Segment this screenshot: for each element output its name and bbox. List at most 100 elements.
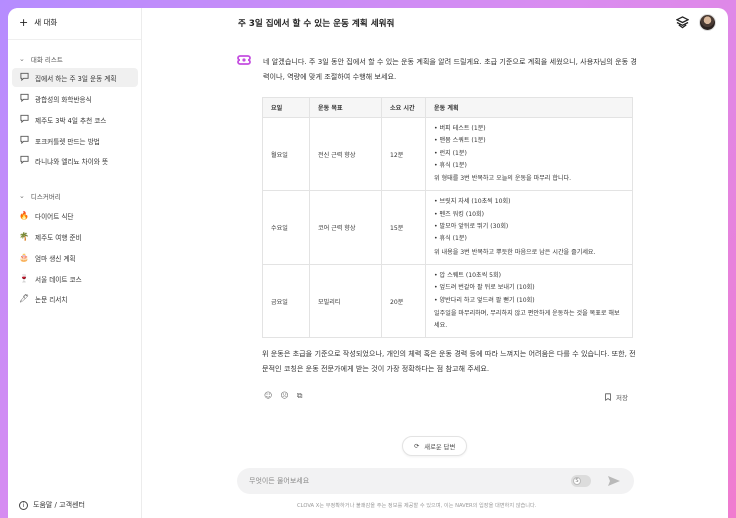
plan-cell: • 브릿지 자세 (10초씩 10회) • 펜즈 워킹 (10회) • 발모아 … [425,190,633,265]
regenerate-button[interactable]: ⟳ 새로운 답변 [402,436,468,456]
plan-step: • 맨몸 스쿼트 (1분) [434,137,486,145]
sidebar-discovery-item[interactable]: 🔥 다이어트 식단 [12,206,138,225]
smile-feedback-icon[interactable]: ☺ [264,391,272,401]
chat-bubble-icon [19,72,29,83]
fire-icon: 🔥 [19,211,29,220]
response-outro: 위 운동은 초급을 기준으로 작성되었으나, 개인의 체력 혹은 운동 경력 등… [262,349,636,373]
plan-step: • 휴식 (1분) [434,235,467,243]
response-actions: ☺ ☹ ⧉ [264,391,302,401]
help-center-link[interactable]: i 도움말 / 고객센터 [19,500,85,510]
pen-icon: 🖊 [19,294,30,303]
save-button[interactable]: 저장 [604,392,628,402]
sidebar-chat-item[interactable]: 포크커틀렛 만드는 방법 [12,131,138,150]
avatar[interactable] [699,14,716,31]
sidebar-discovery-item[interactable]: 🌴 제주도 여행 준비 [12,227,138,246]
sidebar-chat-item-label: 광합성의 화학반응식 [35,95,92,104]
new-chat-button[interactable]: + 새 대화 [19,17,57,28]
plan-note: 위 내용을 3번 반복하고 뿌듯한 마음으로 남은 시간을 즐기세요. [434,248,596,256]
table-header-cell: 운동 계획 [425,97,633,118]
palm-tree-icon: 🌴 [19,232,29,241]
plan-note: 일주일을 마무리하며, 무리하지 않고 편안하게 운동하는 것을 목표로 해보세… [434,309,620,330]
skill-toggle[interactable]: S [571,475,591,487]
chat-input-bar: S [237,468,634,494]
table-row: 월요일 전신 근력 향상 12분 • 버피 테스트 (1분) • 맨몸 스쿼트 … [262,116,633,192]
sidebar-discovery-item[interactable]: 🎂 엄마 생신 계획 [12,248,138,267]
disclaimer-text: CLOVA X는 부정확하거나 불쾌감을 주는 정보를 제공할 수 있으며, 이… [297,503,537,509]
chevron-down-icon: ⌄ [19,55,25,63]
chat-bubble-icon [19,155,29,166]
chat-bubble-icon [19,114,29,125]
header-actions [676,14,716,31]
time-cell: 20분 [381,263,426,339]
sidebar-chat-item[interactable]: 제주도 3박 4일 추천 코스 [12,110,138,129]
plan-step: • 압 스퀘트 (10초씩 5회) [434,271,501,279]
sidebar-chat-item-label: 제주도 3박 4일 추천 코스 [35,116,107,125]
chat-main: 주 3일 집에서 할 수 있는 운동 계획 세워줘 네 알겠습니다. 주 3일 … [142,8,728,518]
plus-icon: + [19,16,29,29]
table-row: 금요일 모빌리티 20분 • 압 스퀘트 (10초씩 5회) • 엎드려 번갈아… [262,263,633,339]
page-title: 주 3일 집에서 할 수 있는 운동 계획 세워줘 [238,19,395,29]
sidebar-discovery-item-label: 서울 데이트 코스 [35,275,82,284]
goal-cell: 모빌리티 [309,263,382,339]
sidebar-discovery-item-label: 엄마 생신 계획 [35,254,76,263]
sidebar-chat-item[interactable]: 집에서 하는 주 3일 운동 계획 [12,68,138,87]
clova-bot-icon [237,55,251,65]
table-header-row: 요일 운동 목표 소요 시간 운동 계획 [262,97,633,118]
sidebar-divider [8,39,141,40]
sidebar-discovery-item[interactable]: 🍷 서울 데이트 코스 [12,269,138,288]
time-cell: 15분 [381,190,426,265]
chat-bubble-icon [19,135,29,146]
toggle-knob: S [573,477,581,485]
sidebar-discovery-item[interactable]: 🖊 논문 리서치 [12,289,138,308]
sidebar-chat-item[interactable]: 라니냐와 엘리뇨 차이와 뜻 [12,151,138,170]
chat-input[interactable] [249,474,549,488]
sidebar-chat-item-label: 집에서 하는 주 3일 운동 계획 [35,74,117,83]
plan-step: • 양반다리 하고 엎드려 팔 뻗기 (10회) [434,296,535,304]
sidebar-chat-item-label: 라니냐와 엘리뇨 차이와 뜻 [35,157,109,166]
sidebar: + 새 대화 ⌄ 대화 리스트 집에서 하는 주 3일 운동 계획 광합성의 화… [8,8,142,518]
chevron-down-icon: ⌄ [19,192,25,200]
regenerate-label: 새로운 답변 [424,443,456,451]
plan-cell: • 압 스퀘트 (10초씩 5회) • 엎드려 번갈아 팔 뒤로 보내기 (10… [425,263,633,339]
plan-step: • 발모아 앞뒤로 뛰기 (30회) [434,223,509,231]
plan-step: • 런지 (1분) [434,149,467,157]
frown-feedback-icon[interactable]: ☹ [280,391,288,401]
sidebar-discovery-item-label: 논문 리서치 [35,295,68,304]
save-icon [605,393,611,401]
goal-cell: 전신 근력 향상 [309,116,382,192]
stack-icon[interactable] [676,16,689,29]
table-header-cell: 운동 목표 [309,97,382,118]
app-window: + 새 대화 ⌄ 대화 리스트 집에서 하는 주 3일 운동 계획 광합성의 화… [8,8,728,518]
response-intro: 네 알겠습니다. 주 3일 동안 집에서 할 수 있는 운동 계획을 알려 드릴… [263,57,637,81]
sidebar-chat-item[interactable]: 광합성의 화학반응식 [12,89,138,108]
sidebar-chat-item-label: 포크커틀렛 만드는 방법 [35,137,100,146]
day-cell: 금요일 [262,263,310,339]
sidebar-discovery-item-label: 제주도 여행 준비 [35,233,82,242]
plan-step: • 펜즈 워킹 (10회) [434,210,484,218]
wine-glass-icon: 🍷 [19,274,29,283]
table-row: 수요일 코어 근력 향상 15분 • 브릿지 자세 (10초씩 10회) • 펜… [262,190,633,265]
discovery-header[interactable]: ⌄ 디스커버리 [19,191,61,201]
info-icon: i [19,500,28,510]
plan-step: • 버피 테스트 (1분) [434,125,486,132]
chat-bubble-icon [19,93,29,104]
chat-list-header-label: 대화 리스트 [30,56,63,64]
help-center-label: 도움말 / 고객센터 [33,501,85,509]
plan-step: • 휴식 (1분) [434,161,467,169]
plan-step: • 엎드려 번갈아 팔 뒤로 보내기 (10회) [434,284,535,292]
day-cell: 월요일 [262,116,310,192]
plan-note: 위 형태를 3번 반복하고 오늘의 운동을 마무리 합니다. [434,175,572,183]
send-icon[interactable] [607,474,621,488]
copy-icon[interactable]: ⧉ [297,391,303,401]
workout-table: 요일 운동 목표 소요 시간 운동 계획 월요일 전신 근력 향상 12분 • … [262,97,633,339]
table-header-cell: 소요 시간 [381,97,426,118]
goal-cell: 코어 근력 향상 [309,190,382,265]
new-chat-label: 새 대화 [34,18,58,27]
refresh-icon: ⟳ [414,442,420,450]
sidebar-discovery-item-label: 다이어트 식단 [35,212,74,221]
discovery-header-label: 디스커버리 [30,193,61,201]
plan-cell: • 버피 테스트 (1분) • 맨몸 스쿼트 (1분) • 런지 (1분) • … [425,116,633,192]
chat-list-header[interactable]: ⌄ 대화 리스트 [19,54,63,64]
time-cell: 12분 [381,116,426,192]
save-label: 저장 [616,394,628,402]
